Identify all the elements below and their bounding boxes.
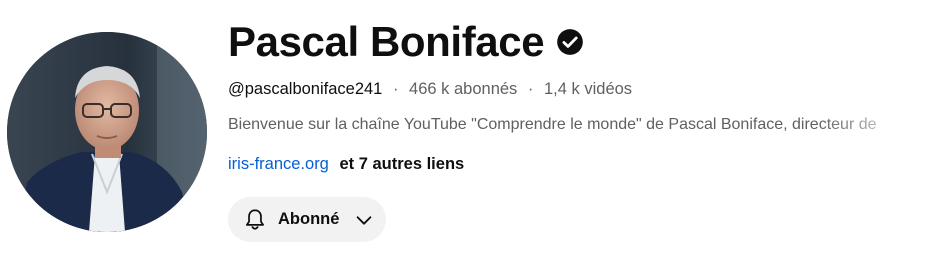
channel-name: Pascal Boniface — [228, 18, 545, 65]
subscribed-label: Abonné — [278, 210, 340, 228]
video-count: 1,4 k vidéos — [544, 80, 633, 98]
title-row: Pascal Boniface — [228, 14, 928, 70]
subscribed-button[interactable]: Abonné — [228, 197, 386, 242]
avatar-photo — [7, 32, 207, 232]
channel-meta: @pascalboniface241 · 466 k abonnés · 1,4… — [228, 78, 928, 100]
channel-handle: @pascalboniface241 — [228, 80, 383, 98]
verified-check-icon — [556, 28, 584, 56]
bell-icon — [242, 207, 268, 233]
channel-info: Pascal Boniface @pascalboniface241 · 466… — [228, 14, 928, 175]
more-links[interactable]: et 7 autres liens — [339, 155, 464, 173]
meta-separator: · — [527, 80, 534, 98]
meta-separator: · — [392, 80, 399, 98]
channel-avatar[interactable] — [7, 32, 207, 232]
channel-description[interactable]: Bienvenue sur la chaîne YouTube "Compren… — [228, 114, 928, 136]
subscriber-count: 466 k abonnés — [409, 80, 518, 98]
channel-links: iris-france.org et 7 autres liens — [228, 153, 928, 175]
channel-link[interactable]: iris-france.org — [228, 155, 329, 173]
chevron-down-icon — [353, 209, 375, 231]
